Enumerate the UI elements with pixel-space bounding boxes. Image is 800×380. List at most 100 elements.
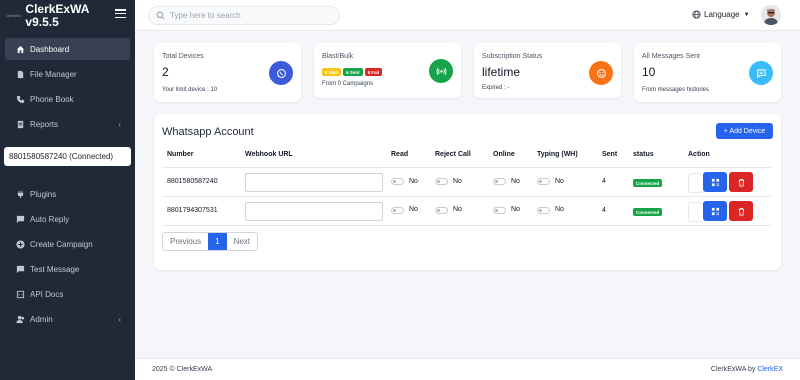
stat-card-blast-bulk: Blast/Bulk 0 Wait 6 Sent 8 Fail From 0 C… [314, 43, 461, 98]
reject-call-value: No [453, 178, 462, 185]
search-icon [156, 11, 165, 20]
sidebar-item-reports[interactable]: Reports ‹ [0, 112, 135, 137]
footer-credit-prefix: ClerkExWA by [710, 366, 758, 373]
topbar: Type here to search Language ▼ [135, 0, 800, 31]
stat-sub: From messages histories [642, 87, 710, 93]
sidebar-item-admin[interactable]: Admin ‹ [0, 307, 135, 332]
delete-button[interactable] [729, 201, 753, 221]
typing-value: No [555, 206, 564, 213]
footer-copyright: 2025 © ClerkExWA [152, 366, 213, 373]
home-icon [16, 45, 25, 54]
webhook-url-input[interactable] [245, 173, 383, 192]
stat-title: Blast/Bulk [322, 53, 354, 60]
sidebar-item-api-docs[interactable]: API Docs [0, 282, 135, 307]
pager-page-1[interactable]: 1 [208, 233, 227, 250]
pager-next[interactable]: Next [226, 233, 258, 250]
sidebar-item-label: Auto Reply [30, 215, 70, 224]
delete-button[interactable] [729, 172, 753, 192]
brand-logo: ClerkEx [6, 13, 22, 18]
phone-icon [16, 95, 25, 104]
sidebar-item-label: Test Message [30, 265, 80, 274]
sidebar-item-auto-reply[interactable]: Auto Reply [0, 207, 135, 232]
search-placeholder: Type here to search [170, 11, 241, 20]
brand-title-line2: v9.5.5 [25, 14, 59, 29]
footer-credit: ClerkExWA by ClerkEX [711, 366, 783, 373]
row-blank-button[interactable] [688, 202, 704, 222]
typing-toggle[interactable] [537, 178, 550, 185]
globe-icon [692, 10, 701, 19]
sidebar-item-label: Reports [30, 120, 59, 129]
col-sent: Sent [602, 151, 618, 158]
sidebar-item-test-message[interactable]: Test Message [0, 257, 135, 282]
search-input[interactable]: Type here to search [148, 6, 340, 25]
row-divider [162, 196, 771, 197]
message-icon [16, 265, 25, 274]
broadcast-icon [429, 59, 453, 83]
pagination: Previous 1 Next [162, 232, 259, 251]
typing-value: No [555, 178, 564, 185]
sidebar-item-label: API Docs [30, 290, 64, 299]
col-number: Number [167, 151, 194, 158]
row-blank-button[interactable] [688, 173, 704, 193]
sidebar-item-label: File Manager [30, 70, 77, 79]
language-dropdown[interactable]: Language ▼ [692, 10, 750, 19]
trash-icon [738, 207, 744, 216]
stat-card-messages-sent: All Messages Sent 10 From messages histo… [634, 43, 781, 102]
plug-icon [16, 190, 25, 199]
online-toggle[interactable] [493, 207, 506, 214]
hamburger-menu-icon[interactable] [115, 9, 126, 18]
sidebar-item-phone-book[interactable]: Phone Book [0, 87, 135, 112]
online-toggle[interactable] [493, 178, 506, 185]
pager-previous[interactable]: Previous [163, 233, 209, 250]
typing-toggle[interactable] [537, 207, 550, 214]
language-label: Language [704, 10, 740, 19]
read-value: No [409, 178, 418, 185]
sidebar-item-plugins[interactable]: Plugins [0, 182, 135, 207]
status-badge: Connected [633, 179, 663, 187]
sidebar-item-dashboard[interactable]: Dashboard [5, 38, 130, 60]
stat-sub: Your limit device : 10 [162, 87, 218, 93]
badge-wait: 0 Wait [322, 68, 342, 76]
message-icon [749, 61, 773, 85]
col-typing: Typing (WH) [537, 151, 578, 158]
read-toggle[interactable] [391, 207, 404, 214]
online-value: No [511, 178, 520, 185]
badge-sent: 6 Sent [343, 68, 363, 76]
stat-value: 2 [162, 65, 169, 79]
brand-title: ClerkExWA v9.5.5 [25, 2, 89, 29]
read-value: No [409, 206, 418, 213]
brand[interactable]: ClerkEx ClerkExWA v9.5.5 [0, 0, 135, 31]
footer-credit-link[interactable]: ClerkEX [757, 366, 783, 373]
col-status: status [633, 151, 654, 158]
smile-icon [589, 61, 613, 85]
qr-code-icon [711, 207, 719, 215]
sidebar-item-file-manager[interactable]: File Manager [0, 62, 135, 87]
reject-call-toggle[interactable] [435, 207, 448, 214]
stat-title: Subscription Status [482, 53, 543, 60]
sidebar-menu-bottom: Plugins Auto Reply Create Campaign Test … [0, 182, 135, 332]
avatar[interactable] [761, 5, 781, 25]
stat-title: All Messages Sent [642, 53, 700, 60]
reject-call-value: No [453, 206, 462, 213]
webhook-url-input[interactable] [245, 202, 383, 221]
col-webhook: Webhook URL [245, 151, 293, 158]
code-icon [16, 290, 25, 299]
table-header-divider [162, 167, 771, 168]
qr-code-button[interactable] [703, 201, 727, 221]
sent-count: 4 [602, 207, 606, 214]
device-select[interactable]: 8801580587240 (Connected) [4, 147, 131, 166]
read-toggle[interactable] [391, 178, 404, 185]
online-value: No [511, 206, 520, 213]
reject-call-toggle[interactable] [435, 178, 448, 185]
qr-code-button[interactable] [703, 172, 727, 192]
add-device-button[interactable]: + Add Device [716, 123, 773, 139]
users-icon [16, 315, 25, 324]
sidebar-menu-top: Dashboard File Manager Phone Book Report… [0, 38, 135, 137]
col-online: Online [493, 151, 515, 158]
stat-value: lifetime [482, 65, 521, 79]
sidebar-item-create-campaign[interactable]: Create Campaign [0, 232, 135, 257]
sidebar: ClerkEx ClerkExWA v9.5.5 Dashboard File … [0, 0, 135, 380]
sent-count: 4 [602, 178, 606, 185]
section-title: Whatsapp Account [162, 126, 254, 138]
blast-badges: 0 Wait 6 Sent 8 Fail [322, 68, 383, 76]
